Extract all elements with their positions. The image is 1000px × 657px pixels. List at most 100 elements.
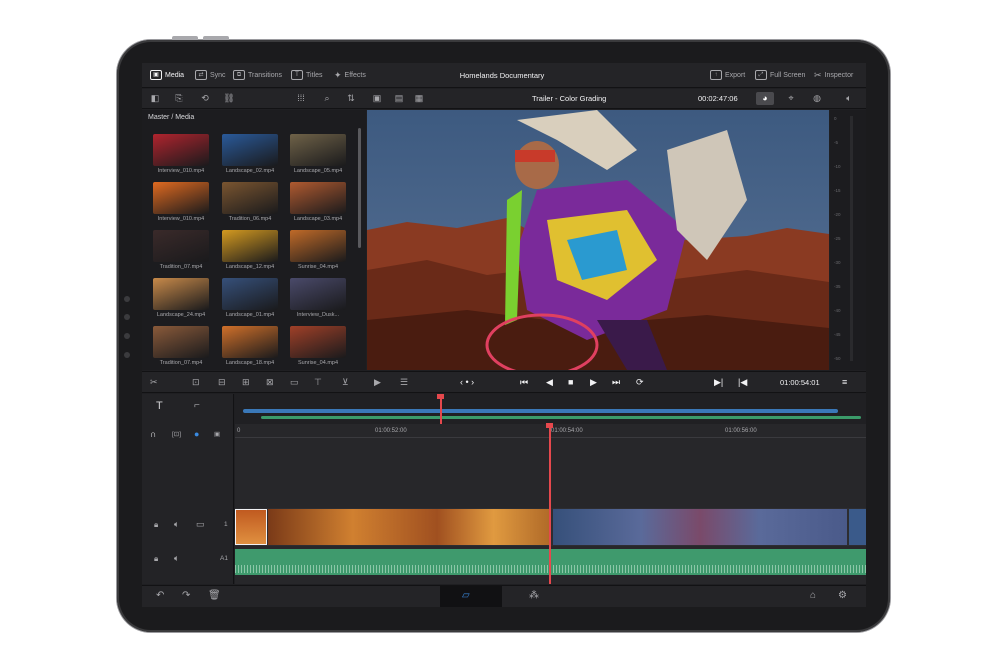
media-clip-name: Interview_010.mp4 [157,216,205,222]
snapping-icon[interactable]: ∩ [150,429,156,439]
search-icon[interactable]: ⌕ [318,92,336,105]
text-tool-icon[interactable]: T [156,400,163,412]
video-clip[interactable] [849,509,866,545]
link-clips-icon[interactable]: [⊡] [172,430,181,438]
go-to-start-icon[interactable]: ⏮︎ [520,377,528,388]
export-button[interactable]: ↑ Export [710,70,745,80]
media-clip-thumbnail[interactable] [222,278,278,310]
meter-tick-label: -35 [834,284,841,289]
video-clip-selected[interactable] [235,509,267,545]
media-clip-thumbnail[interactable] [153,326,209,358]
sort-icon[interactable]: ⇅ [342,92,360,105]
video-clip[interactable] [268,509,550,545]
audio-track-label: A1 [220,555,228,562]
tab-titles[interactable]: T Titles [291,70,322,80]
delete-icon[interactable]: 🗑︎ [208,590,221,601]
media-clip-thumbnail[interactable] [222,134,278,166]
media-clip-thumbnail[interactable] [222,182,278,214]
media-clip-thumbnail[interactable] [222,230,278,262]
grid-view-icon[interactable]: ⁞⁞⁞ [292,92,310,105]
media-clip-thumbnail[interactable] [290,182,346,214]
flag-icon[interactable]: ▣ [214,430,220,438]
play-reverse-icon[interactable]: ◀︎ [546,377,553,388]
stop-icon[interactable]: ■ [568,377,573,387]
audio-track-icon[interactable]: 🔈︎ [174,519,179,530]
settings-gear-icon[interactable]: ⚙︎ [838,590,847,601]
overwrite-clip-icon[interactable]: ⊟ [218,377,226,388]
media-clip-name: Interview_Dusk... [296,312,340,318]
secondary-toolbar: ◧ ⎘ ⟲ ⛓ ⁞⁞⁞ ⌕ ⇅ ▣ ▤ ▦ Trailer - Color Gr… [142,89,866,109]
sidebar-toggle-icon[interactable]: ◧ [146,92,164,105]
fit-to-fill-icon[interactable]: ⊠ [266,377,274,388]
color-page-icon[interactable]: ◕ [756,92,774,105]
media-clip-name: Landscape_03.mp4 [293,216,343,222]
clip-view-icon[interactable]: ▤ [390,92,408,105]
media-clip-thumbnail[interactable] [153,182,209,214]
home-icon[interactable]: ⌂ [810,590,816,601]
cut-page-button[interactable]: ▱ [440,586,502,607]
video-clip[interactable] [553,509,847,545]
sensor-dot [124,314,130,320]
media-clip-thumbnail[interactable] [290,326,346,358]
tab-transitions[interactable]: ⧉ Transitions [233,70,282,80]
inspector-button[interactable]: ✂ Inspector [814,70,853,81]
link-icon[interactable]: ⛓ [220,92,238,105]
play-icon[interactable]: ▶︎ [590,377,597,388]
next-edit-icon[interactable]: ▶| [714,377,723,388]
transform-icon[interactable]: ⌖ [782,92,800,105]
media-clip-thumbnail[interactable] [153,134,209,166]
mini-video-track [243,409,838,413]
tab-effects[interactable]: ✦ Effects [334,70,366,81]
tab-media[interactable]: ▣ Media [150,70,184,80]
lock-audio-track-icon[interactable]: 🔒︎ [154,554,158,564]
media-pool-scrollbar[interactable] [358,128,361,248]
previous-edit-icon[interactable]: |◀ [738,377,747,388]
mini-timeline[interactable] [235,394,866,424]
menu-icon[interactable]: ≡ [842,377,847,387]
go-to-end-icon[interactable]: ⏭︎ [612,377,620,388]
video-enable-icon[interactable]: ▭ [196,519,205,530]
filmstrip-icon[interactable]: ▦ [410,92,428,105]
import-icon[interactable]: ⎘ [170,92,188,105]
loop-icon[interactable]: ⟳ [636,377,644,388]
lock-track-icon[interactable]: 🔒︎ [154,520,158,530]
media-clip-thumbnail[interactable] [153,230,209,262]
meter-tick-label: -20 [834,212,841,217]
volume-icon[interactable]: 🔈︎ [840,92,858,105]
timeline[interactable]: 0 01:00:52:00 01:00:54:00 01:00:56:00 [235,394,866,584]
ripple-overwrite-icon[interactable]: ⊤ [314,377,322,388]
fullscreen-button[interactable]: ⤢ Full Screen [755,70,805,80]
audio-mute-icon[interactable]: 🔈︎ [174,553,179,564]
marker-icon[interactable]: ● [194,429,199,439]
redo-icon[interactable]: ↷ [182,590,190,601]
render-icon[interactable]: ▶︎ [374,377,381,388]
media-clip-thumbnail[interactable] [290,134,346,166]
color-page-icon[interactable]: ⁂ [529,590,539,601]
media-clip-thumbnail[interactable] [290,278,346,310]
tab-sync[interactable]: ⇄ Sync [195,70,226,80]
media-clip-name: Landscape_05.mp4 [293,168,343,174]
playhead[interactable] [549,426,551,584]
meter-tick-label: 0 [834,116,837,121]
place-on-top-icon[interactable]: ▭ [290,377,299,388]
jog-control-icon[interactable]: ‹ • › [460,377,474,387]
settings-sliders-icon[interactable]: ☰ [400,377,408,388]
inspector-icon: ✂ [814,70,822,80]
blade-icon[interactable]: ✂ [150,377,158,388]
undo-icon[interactable]: ↶ [156,590,164,601]
video-viewer[interactable] [367,110,829,370]
ruler-label: 01:00:52:00 [375,428,407,434]
media-clip-thumbnail[interactable] [153,278,209,310]
replace-clip-icon[interactable]: ⊞ [242,377,250,388]
relink-icon[interactable]: ⟲ [196,92,214,105]
trim-tool-icon[interactable]: ⌐ [194,400,200,411]
media-clip-thumbnail[interactable] [290,230,346,262]
viewer-mode-icon[interactable]: ▣ [368,92,386,105]
color-wheel-icon[interactable]: ◍ [808,92,826,105]
meter-tick-label: -50 [834,356,841,361]
ruler-label: 01:00:56:00 [725,428,757,434]
mini-playhead[interactable] [440,394,442,424]
media-clip-thumbnail[interactable] [222,326,278,358]
insert-clip-icon[interactable]: ⊡ [192,377,200,388]
append-icon[interactable]: ⊻ [342,377,349,388]
